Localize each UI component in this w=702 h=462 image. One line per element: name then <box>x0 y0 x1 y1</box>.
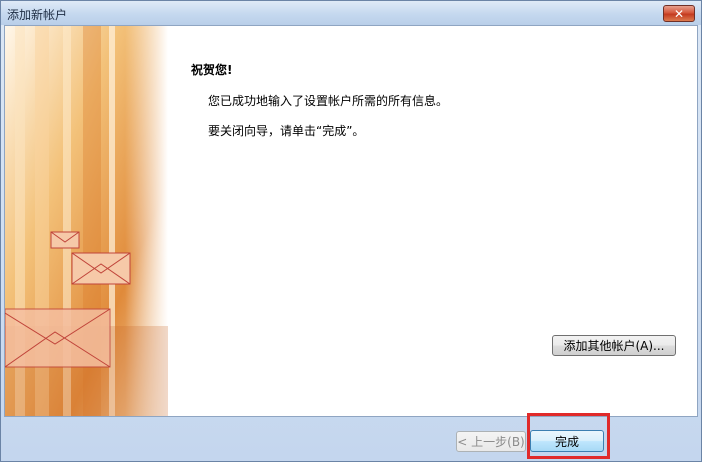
close-button[interactable]: ✕ <box>663 5 695 22</box>
window-title: 添加新帐户 <box>7 8 68 22</box>
wizard-banner-image <box>5 26 168 416</box>
congrats-heading: 祝贺您! <box>191 63 233 77</box>
back-button[interactable]: < 上一步(B) <box>456 431 526 452</box>
title-bar[interactable]: 添加新帐户 ✕ <box>1 1 701 25</box>
envelope-banner-icon <box>5 26 168 416</box>
add-other-account-button[interactable]: 添加其他帐户(A)... <box>552 335 676 356</box>
close-instruction: 要关闭向导，请单击“完成”。 <box>208 124 365 138</box>
close-icon: ✕ <box>673 6 685 21</box>
success-message: 您已成功地输入了设置帐户所需的所有信息。 <box>208 94 449 108</box>
wizard-content-area: 祝贺您! 您已成功地输入了设置帐户所需的所有信息。 要关闭向导，请单击“完成”。… <box>4 25 698 417</box>
finish-button[interactable]: 完成 <box>530 430 604 452</box>
add-account-wizard-window: 添加新帐户 ✕ 祝贺您! 您已成功地输入了设置帐户所需的所有信息。 要关闭向导，… <box>0 0 702 462</box>
